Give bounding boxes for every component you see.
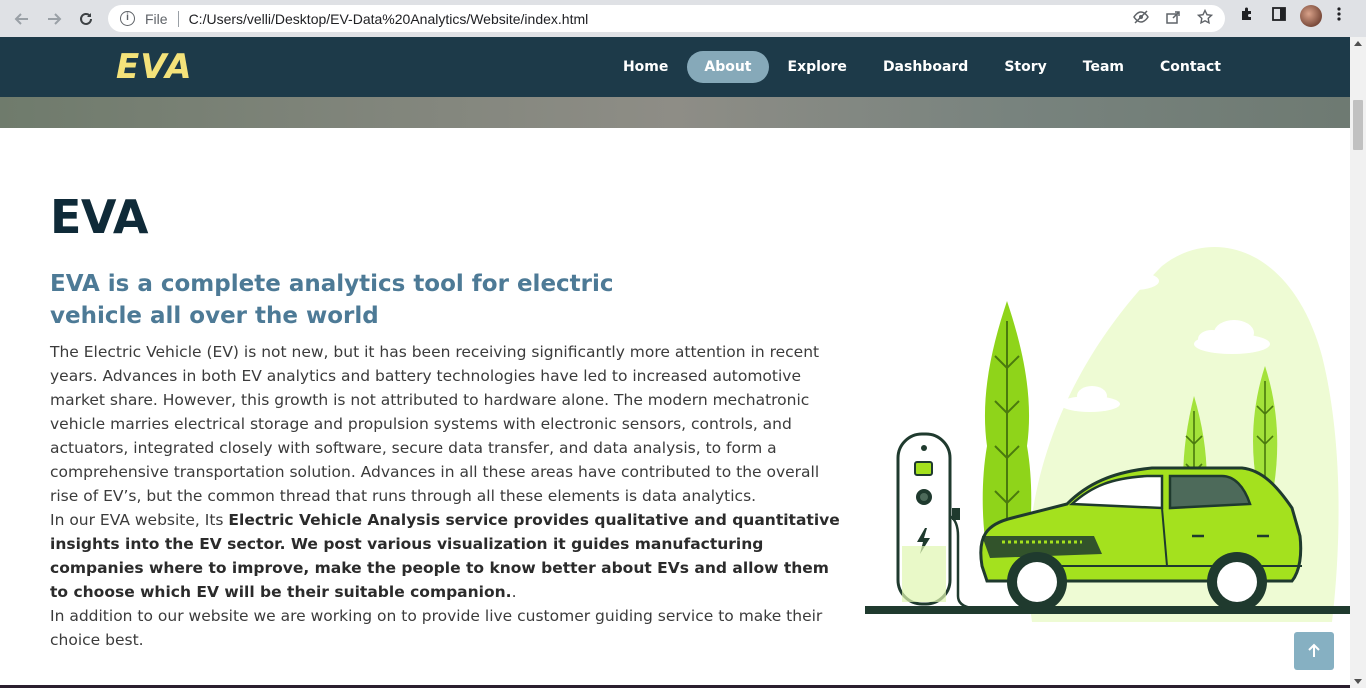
kebab-menu-icon[interactable] — [1332, 6, 1346, 27]
scheme-label: File — [145, 10, 168, 27]
scroll-up-icon[interactable] — [1354, 41, 1362, 46]
main-menu: Home About Explore Dashboard Story Team … — [604, 51, 1238, 83]
about-paragraph-2: In our EVA website, Its Electric Vehicle… — [50, 508, 845, 604]
about-paragraph-1: The Electric Vehicle (EV) is not new, bu… — [50, 343, 820, 505]
nav-team[interactable]: Team — [1066, 51, 1141, 83]
omnibox-divider — [177, 10, 179, 27]
puzzle-icon[interactable] — [1236, 6, 1258, 27]
nav-explore[interactable]: Explore — [771, 51, 864, 83]
nav-contact[interactable]: Contact — [1143, 51, 1238, 83]
nav-dashboard[interactable]: Dashboard — [866, 51, 985, 83]
paragraph-2-end: . — [511, 583, 517, 601]
paragraph-2-lead: In our EVA website, Its — [50, 511, 229, 529]
site-logo[interactable]: EVA — [116, 47, 193, 87]
info-icon[interactable]: i — [120, 11, 135, 26]
scroll-down-icon[interactable] — [1354, 679, 1362, 684]
back-arrow-icon[interactable] — [8, 5, 36, 33]
star-icon[interactable] — [1195, 8, 1215, 29]
share-icon[interactable] — [1163, 9, 1183, 29]
ground-line — [865, 606, 1350, 614]
site-navbar: EVA Home About Explore Dashboard Story T… — [0, 37, 1350, 97]
arrow-up-icon — [1308, 643, 1320, 657]
page-scrollbar[interactable] — [1350, 37, 1366, 688]
about-section: EVA EVA is a complete analytics tool for… — [0, 128, 1350, 688]
about-paragraph-3: In addition to our website we are workin… — [50, 607, 823, 649]
profile-avatar[interactable] — [1300, 5, 1322, 27]
page-title: EVA — [50, 190, 149, 244]
back-to-top-button[interactable] — [1294, 632, 1334, 670]
scrollbar-thumb[interactable] — [1353, 100, 1363, 150]
reload-icon[interactable] — [72, 5, 100, 33]
about-subtitle: EVA is a complete analytics tool for ele… — [50, 271, 614, 329]
hero-image-strip — [0, 97, 1350, 128]
forward-arrow-icon[interactable] — [40, 5, 68, 33]
eye-off-icon[interactable] — [1131, 9, 1151, 29]
address-bar[interactable]: i File C:/Users/velli/Desktop/EV-Data%20… — [108, 5, 1225, 32]
url-text[interactable]: C:/Users/velli/Desktop/EV-Data%20Analyti… — [189, 11, 589, 27]
browser-toolbar: i File C:/Users/velli/Desktop/EV-Data%20… — [0, 0, 1366, 37]
nav-about[interactable]: About — [687, 51, 769, 83]
nav-story[interactable]: Story — [987, 51, 1063, 83]
side-panel-icon[interactable] — [1268, 6, 1290, 27]
charging-station — [896, 432, 987, 610]
about-body: The Electric Vehicle (EV) is not new, bu… — [50, 340, 845, 652]
nav-home[interactable]: Home — [606, 51, 685, 83]
ev-charging-car-illustration — [865, 247, 1350, 622]
